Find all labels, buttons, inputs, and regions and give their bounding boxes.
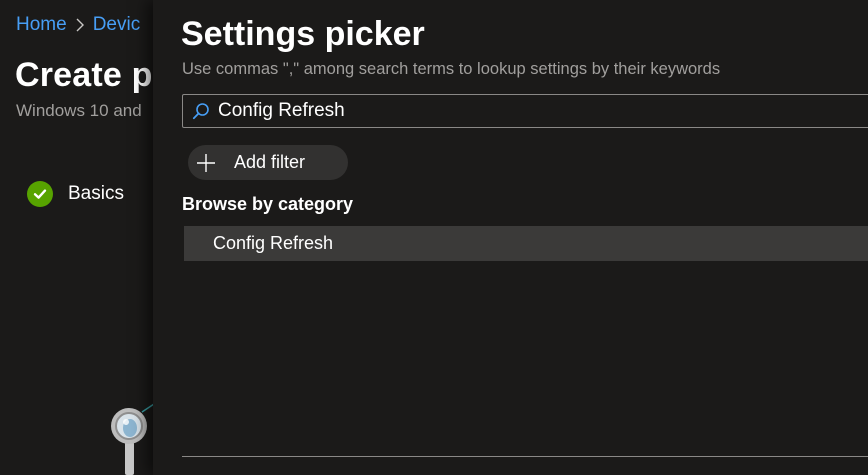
settings-picker-panel: Settings picker Use commas "," among sea… bbox=[153, 0, 868, 475]
panel-description: Use commas "," among search terms to loo… bbox=[182, 60, 721, 78]
plus-icon bbox=[196, 153, 216, 173]
magnifier-illustration-icon bbox=[106, 402, 156, 475]
browse-by-category-heading: Browse by category bbox=[182, 194, 354, 214]
step-basics[interactable]: Basics bbox=[27, 181, 124, 207]
underlying-page: Home Devic Create p Windows 10 and Basic… bbox=[0, 0, 160, 475]
divider bbox=[182, 456, 868, 457]
breadcrumb-devices-link[interactable]: Devic bbox=[93, 14, 141, 36]
page-title: Create p bbox=[15, 56, 153, 94]
category-item-config-refresh[interactable]: Config Refresh bbox=[184, 226, 868, 261]
chevron-right-icon bbox=[75, 18, 84, 32]
category-label: Config Refresh bbox=[213, 233, 334, 253]
panel-title: Settings picker bbox=[181, 15, 425, 53]
breadcrumb-home-link[interactable]: Home bbox=[16, 14, 67, 36]
search-icon bbox=[192, 102, 210, 120]
add-filter-button[interactable]: Add filter bbox=[188, 145, 348, 180]
search-input[interactable] bbox=[216, 99, 820, 123]
settings-search-box[interactable] bbox=[182, 94, 868, 128]
step-label: Basics bbox=[68, 183, 124, 204]
breadcrumb: Home Devic bbox=[16, 14, 140, 36]
add-filter-label: Add filter bbox=[234, 152, 306, 172]
page-subtitle: Windows 10 and bbox=[16, 101, 142, 120]
checkmark-circle-icon bbox=[27, 181, 53, 207]
